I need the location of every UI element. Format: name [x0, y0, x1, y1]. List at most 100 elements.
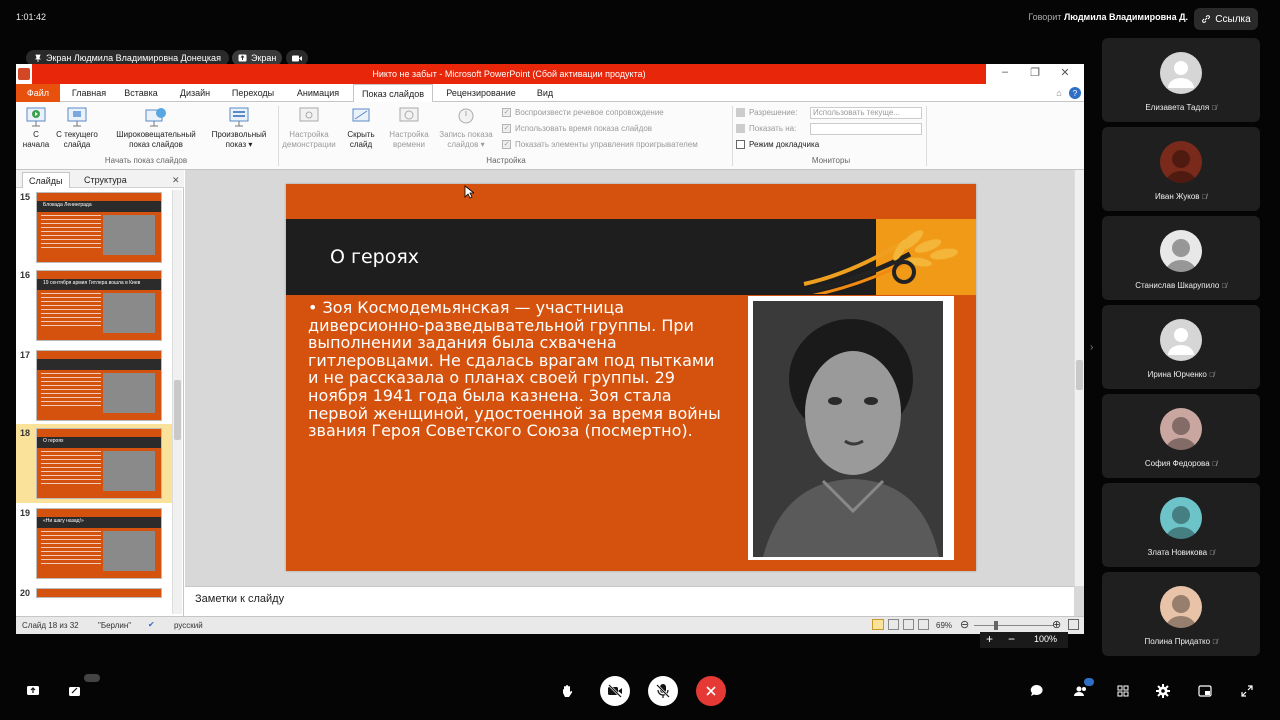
custom-show-button[interactable]: Произвольный показ ▾	[206, 106, 272, 150]
zoom-out-icon[interactable]: ⊖	[960, 618, 969, 631]
record-show-button[interactable]: Запись показа слайдов ▾	[434, 106, 498, 150]
participants-button[interactable]	[1066, 676, 1096, 706]
mic-off-button[interactable]	[648, 676, 678, 706]
normal-view-icon[interactable]	[872, 619, 884, 630]
thumbnail-number: 17	[20, 350, 31, 360]
from-start-label-2: начала	[22, 140, 50, 149]
slides-pane: Слайды Структура ✕ 15 Блокада Ленинграда 1…	[16, 170, 184, 616]
tab-slideshow[interactable]: Показ слайдов	[353, 84, 433, 103]
speaker-name: Людмила Владимировна Д.	[1063, 12, 1188, 22]
group-setup: Настройка	[486, 156, 526, 165]
participant-tile[interactable]: Елизавета Тадля 🎙̸	[1102, 38, 1260, 122]
camera-off-button[interactable]	[600, 676, 630, 706]
sorter-view-icon[interactable]	[888, 619, 899, 630]
share-screen-button[interactable]	[18, 676, 48, 706]
chat-button[interactable]	[1022, 676, 1052, 706]
tab-slides[interactable]: Слайды	[22, 172, 70, 188]
tab-file[interactable]: Файл	[16, 84, 60, 102]
end-call-button[interactable]	[696, 676, 726, 706]
fullscreen-button[interactable]	[1232, 676, 1262, 706]
resolution-label: Разрешение:	[736, 108, 797, 117]
record-label-2: слайдов ▾	[447, 140, 485, 149]
tab-insert[interactable]: Вставка	[118, 84, 164, 102]
zoom-slider-thumb[interactable]	[994, 621, 998, 630]
pane-scrollbar[interactable]	[172, 190, 182, 614]
participant-tile[interactable]: Станислав Шкарупило 🎙̸	[1102, 216, 1260, 300]
tab-review[interactable]: Рецензирование	[438, 84, 524, 102]
thumbnail-caption: «Ни шагу назад!»	[43, 518, 84, 524]
mic-muted-icon: 🎙̸	[1209, 372, 1215, 379]
mic-muted-icon: 🎙̸	[1211, 105, 1217, 112]
spellcheck-icon[interactable]: ✔	[148, 620, 155, 629]
help-icon[interactable]: ?	[1068, 84, 1082, 102]
participant-tile[interactable]: Ирина Юрченко 🎙̸	[1102, 305, 1260, 389]
zoom-level: 69%	[936, 621, 953, 630]
rehearse-label-1: Настройка	[389, 130, 429, 139]
viewer-zoom-out-icon[interactable]: −	[1008, 632, 1015, 646]
ppt-titlebar: Никто не забыт - Microsoft PowerPoint (С…	[16, 64, 1084, 84]
fit-to-window-icon[interactable]	[1068, 619, 1079, 630]
zoom-slider[interactable]	[974, 625, 1054, 626]
main-scroll-thumb[interactable]	[1076, 360, 1083, 390]
broadcast-button[interactable]: Широковещательный показ слайдов	[108, 106, 204, 150]
hide-slide-button[interactable]: Скрыть слайд	[342, 106, 380, 150]
copy-link-button[interactable]: Ссылка	[1194, 8, 1258, 30]
setup-show-icon	[297, 106, 321, 128]
pane-scroll-thumb[interactable]	[174, 380, 181, 440]
thumbnail-number: 19	[20, 508, 31, 518]
main-scrollbar[interactable]	[1074, 170, 1084, 586]
slide-thumbnail[interactable]: 16 19 сентября армия Гитлера вошла в Киев	[16, 266, 172, 345]
thumbnail-number: 16	[20, 270, 31, 280]
controls-checkbox[interactable]: ✓ Показать элементы управления проигрыват…	[502, 140, 698, 149]
minimize-button[interactable]: –	[990, 66, 1020, 82]
presenter-view-checkbox[interactable]: Режим докладчика	[736, 140, 819, 149]
setup-label-2: демонстрации	[282, 140, 336, 149]
thumbnail-number: 18	[20, 428, 31, 438]
participant-tile[interactable]: Иван Жуков 🎙̸	[1102, 127, 1260, 211]
participant-tile[interactable]: Полина Придатко 🎙̸	[1102, 572, 1260, 656]
close-window-button[interactable]: ✕	[1050, 66, 1080, 82]
slideshow-view-icon[interactable]	[918, 619, 929, 630]
reading-view-icon[interactable]	[903, 619, 914, 630]
tab-transitions[interactable]: Переходы	[224, 84, 282, 102]
participant-tile[interactable]: София Федорова 🎙̸	[1102, 394, 1260, 478]
tab-animation[interactable]: Анимация	[288, 84, 348, 102]
layout-grid-button[interactable]	[1108, 676, 1138, 706]
show-on-select[interactable]	[810, 123, 922, 135]
raise-hand-button[interactable]	[552, 676, 582, 706]
viewer-zoom-in-icon[interactable]: +	[986, 632, 993, 646]
thumbnail-image: О героях	[36, 428, 162, 499]
narration-checkbox[interactable]: ✓ Воспроизвести речевое сопровождение	[502, 108, 664, 117]
settings-button[interactable]	[1148, 676, 1178, 706]
tab-view[interactable]: Вид	[530, 84, 560, 102]
mic-muted-icon: 🎙̸	[1221, 283, 1227, 290]
pane-tabs: Слайды Структура ✕	[16, 170, 184, 188]
collapse-ribbon-icon[interactable]: ⌂	[1052, 84, 1066, 102]
tab-outline[interactable]: Структура	[78, 172, 133, 188]
board-button[interactable]	[60, 674, 100, 706]
tab-home[interactable]: Главная	[66, 84, 112, 102]
from-start-button[interactable]: С начала	[18, 106, 54, 150]
close-pane-icon[interactable]: ✕	[166, 172, 186, 188]
timings-checkbox[interactable]: ✓ Использовать время показа слайдов	[502, 124, 652, 133]
tab-design[interactable]: Дизайн	[172, 84, 218, 102]
from-current-button[interactable]: С текущего слайда	[54, 106, 100, 150]
notes-pane[interactable]: Заметки к слайду	[185, 586, 1074, 616]
language-label: русский	[174, 621, 203, 630]
pip-button[interactable]	[1190, 676, 1220, 706]
ribbon: С начала С текущего слайда Широковещател…	[16, 102, 1084, 170]
pin-icon	[34, 54, 42, 62]
participant-tile[interactable]: Злата Новикова 🎙̸	[1102, 483, 1260, 567]
current-slide[interactable]: О героях • Зоя Космодемьянская — участни…	[286, 184, 976, 571]
zoom-in-icon[interactable]: ⊕	[1052, 618, 1061, 631]
slide-thumbnail[interactable]: 18 О героях	[16, 424, 172, 503]
slide-thumbnail[interactable]: 17	[16, 346, 172, 425]
slide-thumbnail[interactable]: 19 «Ни шагу назад!»	[16, 504, 172, 583]
maximize-button[interactable]: ❐	[1020, 66, 1050, 82]
slide-title: О героях	[330, 246, 420, 268]
setup-show-button[interactable]: Настройка демонстрации	[280, 106, 338, 150]
slide-thumbnail[interactable]: 15 Блокада Ленинграда	[16, 188, 172, 267]
collapse-panel-chevron-icon[interactable]: ›	[1090, 342, 1093, 353]
resolution-select[interactable]: Использовать текуще...	[810, 107, 922, 119]
rehearse-timings-button[interactable]: Настройка времени	[384, 106, 434, 150]
